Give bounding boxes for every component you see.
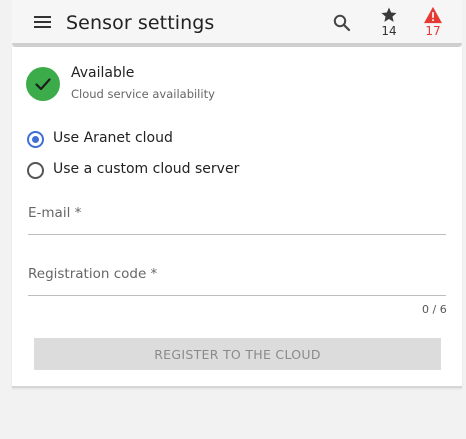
cloud-settings-card: Available Cloud service availability Use… [12,47,462,388]
app-bar: Sensor settings 14 17 [12,0,462,47]
registration-code-field[interactable]: Registration code * [28,266,446,296]
menu-button[interactable] [34,15,51,29]
status-title: Available [71,65,135,81]
status-subtitle: Cloud service availability [71,87,215,101]
radio-label: Use Aranet cloud [53,130,173,146]
hamburger-menu-icon-bar [34,26,51,28]
email-field-underline [28,234,446,235]
page-title: Sensor settings [66,12,215,34]
email-field-label: E-mail * [28,205,82,221]
alerts-count: 17 [425,24,441,38]
hamburger-menu-icon-bar [34,21,51,23]
radio-custom-cloud-server[interactable]: Use a custom cloud server [27,161,247,181]
alerts-button[interactable]: 17 [420,6,446,40]
search-icon [333,14,351,32]
radio-label: Use a custom cloud server [53,161,240,177]
radio-button-unchecked[interactable] [27,162,44,179]
radio-button-checked[interactable] [27,131,44,148]
favorites-button[interactable]: 14 [376,6,402,40]
radio-aranet-cloud[interactable]: Use Aranet cloud [27,130,187,150]
email-field[interactable]: E-mail * [28,205,446,235]
favorites-count: 14 [381,24,397,38]
hamburger-menu-icon-bar [34,16,51,18]
search-button[interactable] [332,13,352,33]
warning-icon [424,6,442,24]
registration-code-underline [28,295,446,296]
character-counter: 0 / 6 [422,303,447,316]
status-indicator [26,67,60,101]
star-icon [381,7,397,22]
register-to-cloud-button[interactable]: REGISTER TO THE CLOUD [34,338,441,370]
registration-code-label: Registration code * [28,266,158,282]
checkmark-icon [35,78,51,91]
